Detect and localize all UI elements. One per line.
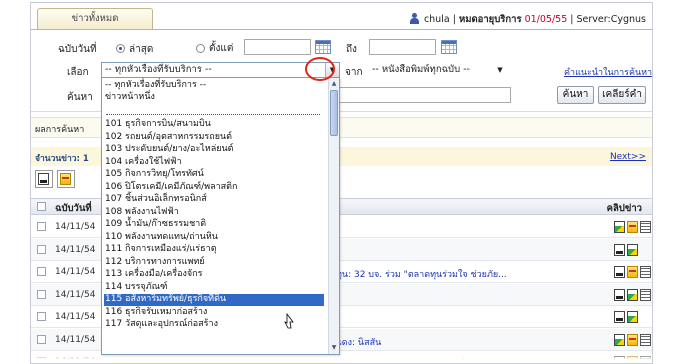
dropdown-option[interactable]: 112 บริการทางการแพทย์: [104, 257, 324, 269]
tab-underline: [31, 29, 652, 30]
dropdown-option-all[interactable]: -- ทุกหัวเรื่องที่รับบริการ --: [104, 80, 324, 92]
clip-white-icon[interactable]: [614, 266, 625, 278]
radio-since[interactable]: [196, 44, 205, 53]
dropdown-divider: [106, 114, 320, 115]
news-count: จำนวนข่าว: 1: [35, 154, 89, 164]
select-all-icon[interactable]: [35, 170, 53, 188]
clear-button[interactable]: เคลียร์คำ: [598, 86, 646, 104]
torn-edge: [31, 354, 652, 363]
scroll-thumb[interactable]: [330, 90, 338, 136]
search-label: ค้นหา: [67, 92, 93, 103]
row-checkbox[interactable]: [37, 289, 46, 299]
dropdown-option[interactable]: 107 ชิ้นส่วนอิเล็กทรอนิกส์: [104, 194, 324, 206]
row-checkbox[interactable]: [37, 312, 46, 321]
clip-green-icon[interactable]: [614, 333, 625, 346]
clip-white-icon[interactable]: [614, 243, 625, 256]
service-expiry-label: หมดอายุบริการ: [458, 14, 522, 25]
separator-1: |: [452, 14, 456, 25]
select-all-checkbox[interactable]: [37, 202, 46, 211]
date-from-input[interactable]: [244, 39, 311, 55]
row-checkbox[interactable]: [37, 244, 46, 254]
row-checkbox[interactable]: [37, 334, 46, 344]
from-label: จาก: [345, 67, 363, 78]
dropdown-option[interactable]: 101 ธุรกิจการบิน/สนามบิน: [104, 119, 324, 131]
dropdown-option[interactable]: 111 กิจการเหมืองแร่/แร่ธาตุ: [104, 244, 324, 256]
row-date: 14/11/54: [55, 222, 96, 232]
dropdown-option[interactable]: 103 ประดับยนต์/ยาง/อะไหล่ยนต์: [104, 144, 324, 156]
date-to-input[interactable]: [369, 39, 436, 55]
clip-lines-icon[interactable]: [640, 266, 651, 278]
row-date: 14/11/54: [55, 244, 96, 255]
to-label: ถึง: [346, 44, 357, 55]
row-checkbox[interactable]: [37, 267, 46, 276]
export-icon[interactable]: [57, 170, 75, 188]
dropdown-option[interactable]: 113 เครื่องมือ/เครื่องจักร: [104, 269, 324, 281]
clip-green-icon[interactable]: [627, 288, 638, 301]
user-status-bar: chula | หมดอายุบริการ 01/05/55 | Server:…: [409, 11, 646, 27]
clip-yellow-icon[interactable]: [627, 221, 638, 233]
doc-yellow-icon: [60, 173, 71, 185]
row-date: 14/11/54: [55, 334, 96, 345]
radio-since-label: ตั้งแต่: [209, 43, 234, 54]
col-clip-header: คลิปข่าว: [606, 203, 642, 214]
server-name: Server:Cygnus: [576, 14, 646, 25]
source-select-value: -- หนังสือพิมพ์ทุกฉบับ --: [372, 64, 470, 75]
dropdown-option[interactable]: 109 น้ำมัน/ก๊าซธรรมชาติ: [104, 219, 324, 231]
username: chula: [423, 14, 450, 25]
calendar-from-icon[interactable]: [315, 40, 331, 54]
col-date-header: ฉบับวันที่: [55, 203, 92, 214]
results-label: ผลการค้นหา: [35, 125, 85, 135]
select-label: เลือก: [67, 67, 89, 78]
clip-green-icon[interactable]: [627, 311, 638, 323]
dropdown-scrollbar[interactable]: ▲ ▼: [328, 78, 339, 354]
calendar-to-icon[interactable]: [441, 40, 457, 54]
dropdown-option[interactable]: 106 ปิโตรเคมี/เคมีภัณฑ์/พลาสติก: [104, 182, 324, 194]
search-help-link[interactable]: คำแนะนำในการค้นหา: [564, 65, 652, 79]
dropdown-option-front-page[interactable]: ข่าวหน้าหนึ่ง: [104, 92, 324, 104]
dropdown-option[interactable]: 110 พลังงานทดแทน/ถ่านหิน: [104, 232, 324, 244]
annotation-circle: [305, 57, 335, 81]
row-headline-link[interactable]: แดง: นิสสัน: [336, 335, 381, 349]
clip-green-icon[interactable]: [614, 221, 625, 233]
scroll-down-icon[interactable]: ▼: [330, 343, 338, 353]
radio-latest-label: ล่าสุด: [129, 44, 154, 55]
tab-all-news[interactable]: ข่าวทั้งหมด: [37, 8, 153, 29]
clip-lines-icon[interactable]: [640, 288, 651, 301]
dropdown-option[interactable]: 104 เครื่องใช้ไฟฟ้า: [104, 157, 324, 169]
source-select[interactable]: -- หนังสือพิมพ์ทุกฉบับ -- ▼: [368, 62, 508, 78]
clip-yellow-icon[interactable]: [627, 333, 638, 346]
clip-green-icon[interactable]: [627, 243, 638, 256]
clip-white-icon[interactable]: [614, 288, 625, 301]
row-checkbox[interactable]: [37, 222, 46, 231]
clip-lines-icon[interactable]: [640, 221, 651, 233]
clip-white-icon[interactable]: [614, 311, 625, 323]
row-headline-link[interactable]: ทุน: 32 บจ. ร่วม "ตลาดทุนร่วมใจ ช่วยภัย.…: [336, 267, 507, 281]
dropdown-option[interactable]: 115 อสังหาริมทรัพย์/ธุรกิจที่ดิน: [104, 294, 324, 306]
clip-yellow-icon[interactable]: [627, 266, 638, 278]
category-dropdown-list[interactable]: -- ทุกหัวเรื่องที่รับบริการ -- ข่าวหน้าห…: [101, 77, 340, 355]
source-arrow-icon[interactable]: ▼: [493, 63, 507, 77]
issue-date-label: ฉบับวันที่: [58, 44, 97, 55]
row-date: 14/11/54: [55, 267, 96, 277]
separator-2: |: [570, 14, 574, 25]
radio-latest[interactable]: [116, 44, 125, 53]
dropdown-option[interactable]: 114 บรรจุภัณฑ์: [104, 282, 324, 294]
scroll-up-icon[interactable]: ▲: [330, 79, 338, 89]
service-expiry-date: 01/05/55: [524, 14, 568, 25]
mouse-cursor-icon: [284, 313, 294, 329]
search-button[interactable]: ค้นหา: [557, 86, 594, 104]
next-page-link[interactable]: Next>>: [610, 152, 646, 162]
category-select-value: -- ทุกหัวเรื่องที่รับบริการ --: [105, 64, 212, 75]
dropdown-option[interactable]: 105 กิจการวิทยุ/โทรทัศน์: [104, 169, 324, 181]
dropdown-option[interactable]: 108 พลังงานไฟฟ้า: [104, 207, 324, 219]
dropdown-option[interactable]: 102 รถยนต์/อุตสาหกรรมรถยนต์: [104, 132, 324, 144]
row-date: 14/11/54: [55, 289, 96, 300]
row-date: 14/11/54: [55, 312, 96, 322]
doc-white-icon: [38, 173, 49, 185]
clip-lines-icon[interactable]: [640, 333, 651, 346]
user-icon: [409, 13, 419, 24]
